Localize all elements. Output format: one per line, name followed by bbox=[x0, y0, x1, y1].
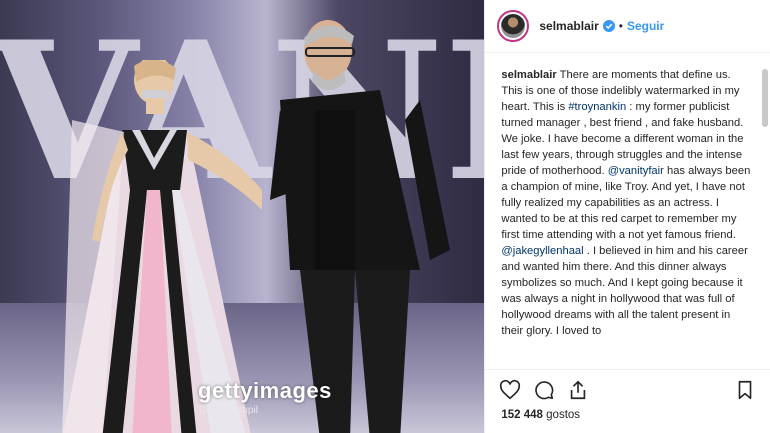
getty-watermark: gettyimages bbox=[198, 378, 332, 403]
separator-dot: • bbox=[618, 19, 623, 33]
mention-link[interactable]: @vanityfair bbox=[608, 165, 664, 177]
post-side-panel: selmablair • Seguir selmablair There are… bbox=[484, 0, 770, 433]
likes-count[interactable]: 152 448 gostos bbox=[485, 409, 770, 433]
follow-button[interactable]: Seguir bbox=[627, 19, 664, 33]
avatar[interactable] bbox=[497, 10, 530, 42]
post-photo[interactable]: VANITY bbox=[0, 0, 485, 433]
instagram-post: VANITY bbox=[0, 0, 770, 433]
post-header: selmablair • Seguir bbox=[485, 0, 770, 53]
hashtag-link[interactable]: #troynankin bbox=[568, 101, 626, 113]
comment-icon[interactable] bbox=[533, 379, 555, 401]
caption-scrollbar[interactable] bbox=[762, 69, 768, 127]
caption: selmablair There are moments that define… bbox=[485, 53, 770, 369]
heart-icon[interactable] bbox=[499, 379, 521, 401]
caption-text: . I believed in him and his career and w… bbox=[501, 245, 748, 337]
man-figure bbox=[270, 20, 450, 433]
photo-credit: Dia Dipasupil bbox=[199, 405, 258, 416]
mention-link[interactable]: @jakegyllenhaal bbox=[501, 245, 583, 257]
caption-author-link[interactable]: selmablair bbox=[501, 69, 556, 81]
likes-number: 152 448 bbox=[501, 409, 543, 421]
verified-badge-icon bbox=[602, 20, 615, 32]
likes-label: gostos bbox=[546, 409, 581, 421]
action-bar bbox=[485, 369, 770, 409]
share-icon[interactable] bbox=[567, 379, 589, 401]
username-link[interactable]: selmablair bbox=[539, 19, 598, 33]
avatar-image bbox=[501, 14, 526, 38]
bookmark-icon[interactable] bbox=[734, 379, 756, 401]
